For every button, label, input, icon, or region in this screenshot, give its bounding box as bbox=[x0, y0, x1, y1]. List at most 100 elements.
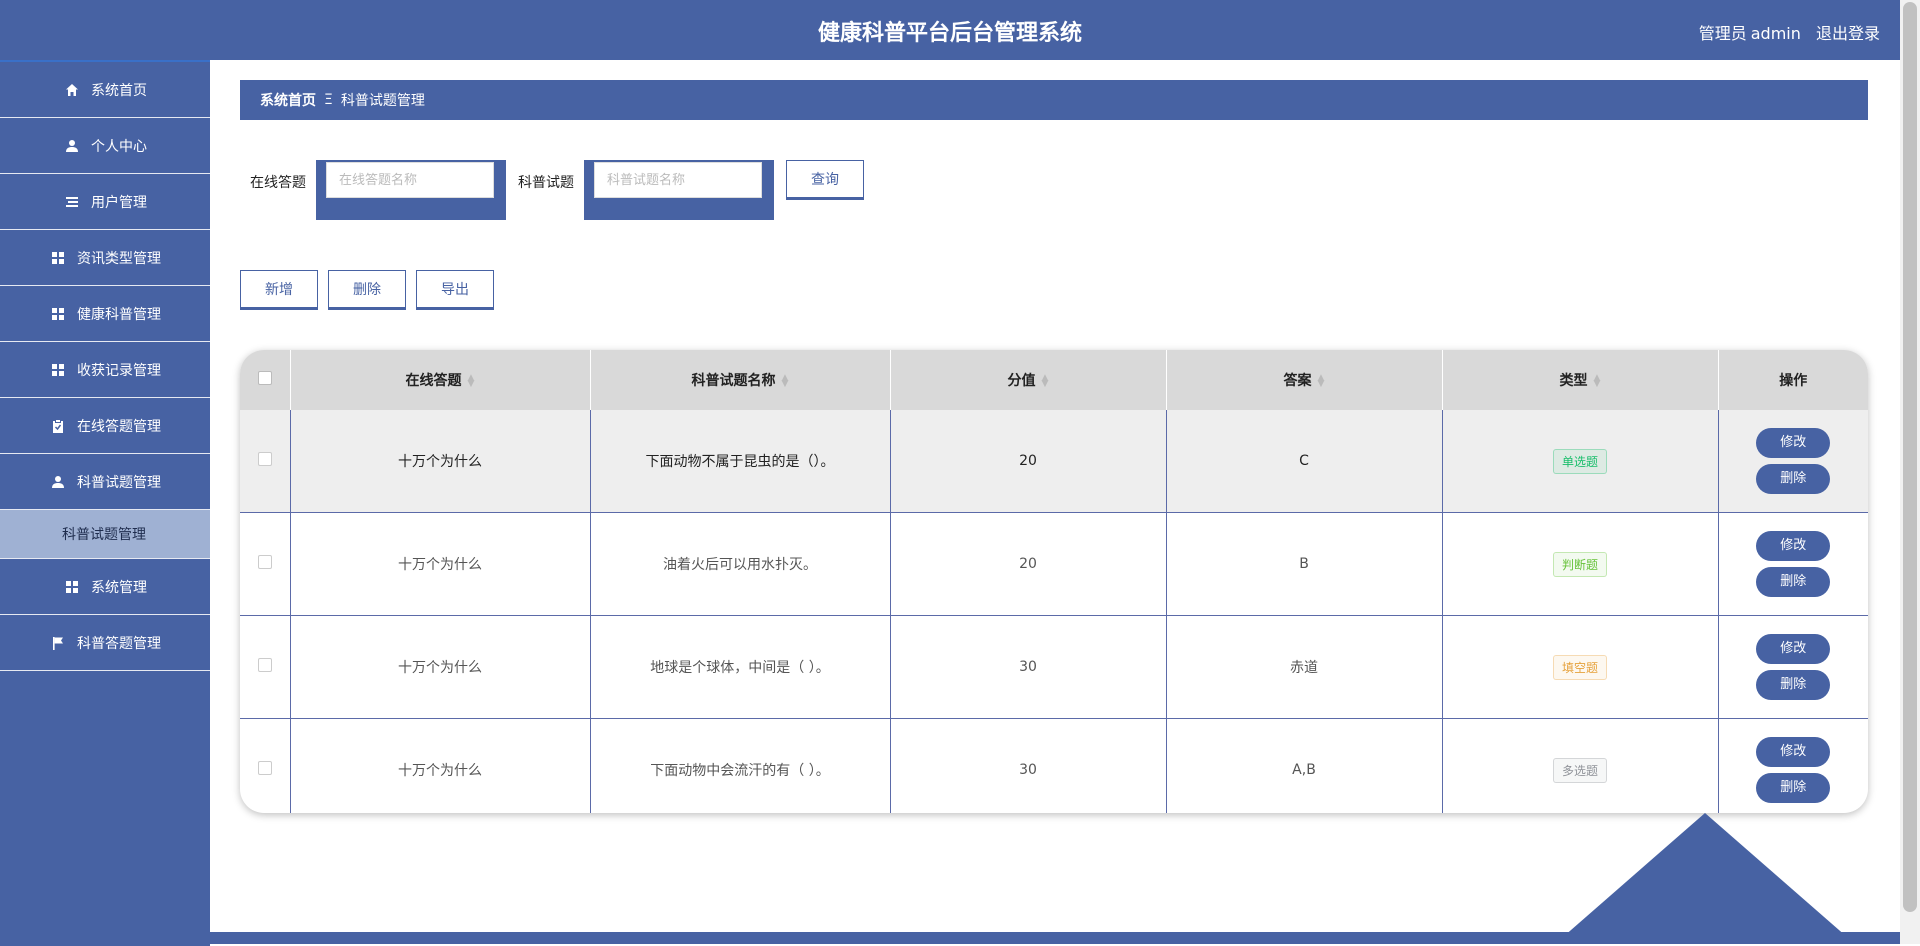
cell-question: 地球是个球体，中间是（ ）。 bbox=[590, 615, 891, 719]
sidebar-item-label: 科普答题管理 bbox=[77, 635, 161, 652]
row-select-cell bbox=[240, 718, 291, 813]
cell-type: 多选题 bbox=[1442, 718, 1719, 813]
column-header-label: 操作 bbox=[1779, 373, 1808, 389]
add-button[interactable]: 新增 bbox=[240, 270, 318, 310]
sidebar-item-profile[interactable]: 个人中心 bbox=[0, 118, 210, 174]
row-select-cell bbox=[240, 615, 291, 719]
cell-question: 下面动物不属于昆虫的是（）。 bbox=[590, 410, 891, 513]
delete-button[interactable]: 删除 bbox=[1756, 670, 1831, 700]
edit-button[interactable]: 修改 bbox=[1756, 531, 1831, 561]
select-all-checkbox[interactable] bbox=[257, 371, 272, 385]
sidebar-item-health-science[interactable]: 健康科普管理 bbox=[0, 286, 210, 342]
home-icon bbox=[63, 81, 81, 99]
cell-quiz: 十万个为什么 bbox=[290, 410, 591, 513]
cell-score: 30 bbox=[890, 718, 1167, 813]
user-area: 管理员 admin 退出登录 bbox=[1689, 20, 1880, 44]
cell-quiz: 十万个为什么 bbox=[290, 512, 591, 616]
delete-selected-button[interactable]: 删除 bbox=[328, 270, 406, 310]
question-name-input[interactable] bbox=[594, 162, 762, 198]
cell-score: 30 bbox=[890, 615, 1167, 719]
column-header-label: 在线答题 bbox=[405, 373, 462, 389]
clipboard-icon bbox=[49, 417, 67, 435]
scrollbar-thumb[interactable] bbox=[1903, 2, 1917, 912]
sidebar-item-science-answers[interactable]: 科普答题管理 bbox=[0, 615, 210, 671]
sidebar-item-label: 系统首页 bbox=[91, 82, 147, 99]
questions-table: 在线答题 ▲ ▼ 科普试题名称 ▲ ▼ 分值 ▲ ▼ 答案 ▲ ▼ 类型 ▲ ▼ 操作 十万个为什么… bbox=[240, 350, 1868, 813]
select-all-cell bbox=[240, 350, 291, 410]
grid-icon bbox=[49, 361, 67, 379]
cell-score: 20 bbox=[890, 410, 1167, 513]
top-header: 健康科普平台后台管理系统 管理员 admin 退出登录 bbox=[0, 0, 1900, 60]
row-checkbox[interactable] bbox=[257, 555, 272, 569]
sort-icon[interactable]: ▲ ▼ bbox=[468, 374, 475, 389]
sidebar-item-online-quiz[interactable]: 在线答题管理 bbox=[0, 398, 210, 454]
query-button[interactable]: 查询 bbox=[786, 160, 864, 200]
cell-actions: 修改 删除 bbox=[1718, 719, 1868, 814]
sidebar-item-label: 系统管理 bbox=[91, 579, 147, 596]
edit-button[interactable]: 修改 bbox=[1756, 634, 1831, 664]
cell-answer: 赤道 bbox=[1166, 615, 1443, 719]
action-buttons: 新增 删除 导出 bbox=[240, 270, 504, 310]
cell-question: 下面动物中会流汗的有（ ）。 bbox=[590, 718, 891, 813]
row-checkbox[interactable] bbox=[257, 658, 272, 672]
table-header-row: 在线答题 ▲ ▼ 科普试题名称 ▲ ▼ 分值 ▲ ▼ 答案 ▲ ▼ 类型 ▲ ▼ 操作 bbox=[240, 350, 1868, 410]
table-row: 十万个为什么 下面动物中会流汗的有（ ）。 30 A,B 多选题 修改 删除 bbox=[240, 718, 1868, 814]
sidebar-item-label: 科普试题管理 bbox=[62, 527, 146, 543]
table-row: 十万个为什么 油着火后可以用水扑灭。 20 B 判断题 修改 删除 bbox=[240, 512, 1868, 616]
sidebar-item-news-type[interactable]: 资讯类型管理 bbox=[0, 230, 210, 286]
breadcrumb-current: 科普试题管理 bbox=[340, 93, 425, 109]
grid-icon bbox=[49, 249, 67, 267]
user-icon bbox=[49, 473, 67, 491]
column-header-label: 类型 bbox=[1559, 373, 1588, 389]
delete-button[interactable]: 删除 bbox=[1756, 773, 1831, 803]
vertical-scrollbar[interactable] bbox=[1900, 0, 1920, 944]
sidebar-subitem-science-questions[interactable]: 科普试题管理 bbox=[0, 510, 210, 559]
row-select-cell bbox=[240, 512, 291, 616]
sidebar-item-harvest-records[interactable]: 收获记录管理 bbox=[0, 342, 210, 398]
cell-type: 判断题 bbox=[1442, 512, 1719, 616]
column-header-question[interactable]: 科普试题名称 ▲ ▼ bbox=[590, 350, 891, 410]
row-checkbox[interactable] bbox=[257, 452, 272, 466]
quiz-search-box bbox=[316, 160, 506, 220]
type-tag: 多选题 bbox=[1552, 757, 1607, 783]
sidebar-item-system[interactable]: 系统管理 bbox=[0, 559, 210, 615]
edit-button[interactable]: 修改 bbox=[1756, 428, 1831, 458]
delete-button[interactable]: 删除 bbox=[1756, 567, 1831, 597]
sidebar-item-label: 在线答题管理 bbox=[77, 418, 161, 435]
sort-icon[interactable]: ▲ ▼ bbox=[1594, 374, 1601, 389]
cell-type: 填空题 bbox=[1442, 615, 1719, 719]
column-header-answer[interactable]: 答案 ▲ ▼ bbox=[1166, 350, 1443, 410]
sort-icon[interactable]: ▲ ▼ bbox=[782, 374, 789, 389]
sidebar-item-users[interactable]: 用户管理 bbox=[0, 174, 210, 230]
sidebar-item-label: 用户管理 bbox=[91, 194, 147, 211]
delete-button[interactable]: 删除 bbox=[1756, 464, 1831, 494]
table-row: 十万个为什么 地球是个球体，中间是（ ）。 30 赤道 填空题 修改 删除 bbox=[240, 615, 1868, 719]
sort-icon[interactable]: ▲ ▼ bbox=[1042, 374, 1049, 389]
type-tag: 单选题 bbox=[1552, 448, 1607, 474]
cell-type: 单选题 bbox=[1442, 410, 1719, 513]
search-bar: 在线答题 科普试题 查询 bbox=[250, 160, 864, 220]
user-icon bbox=[63, 137, 81, 155]
breadcrumb-home[interactable]: 系统首页 bbox=[260, 90, 316, 110]
logout-link[interactable]: 退出登录 bbox=[1816, 24, 1880, 43]
sort-icon[interactable]: ▲ ▼ bbox=[1318, 374, 1325, 389]
column-header-score[interactable]: 分值 ▲ ▼ bbox=[890, 350, 1167, 410]
user-role: 管理员 bbox=[1698, 24, 1747, 43]
sidebar-item-science-questions[interactable]: 科普试题管理 bbox=[0, 454, 210, 510]
sidebar: 系统首页 个人中心 用户管理 资讯类型管理 健康科普管理 收获记录管理 在线答题… bbox=[0, 60, 210, 946]
row-checkbox[interactable] bbox=[257, 761, 272, 775]
cell-actions: 修改 删除 bbox=[1718, 615, 1868, 719]
question-search-box bbox=[584, 160, 774, 220]
column-header-type[interactable]: 类型 ▲ ▼ bbox=[1442, 350, 1719, 410]
type-tag: 判断题 bbox=[1552, 551, 1607, 577]
sidebar-item-label: 个人中心 bbox=[91, 138, 147, 155]
column-header-quiz[interactable]: 在线答题 ▲ ▼ bbox=[290, 350, 591, 410]
username: admin bbox=[1750, 24, 1801, 43]
export-button[interactable]: 导出 bbox=[416, 270, 494, 310]
breadcrumb: 系统首页 Ξ 科普试题管理 bbox=[240, 80, 1868, 120]
edit-button[interactable]: 修改 bbox=[1756, 737, 1831, 767]
quiz-name-input[interactable] bbox=[326, 162, 494, 198]
cell-quiz: 十万个为什么 bbox=[290, 718, 591, 813]
sidebar-item-home[interactable]: 系统首页 bbox=[0, 62, 210, 118]
row-select-cell bbox=[240, 410, 291, 513]
